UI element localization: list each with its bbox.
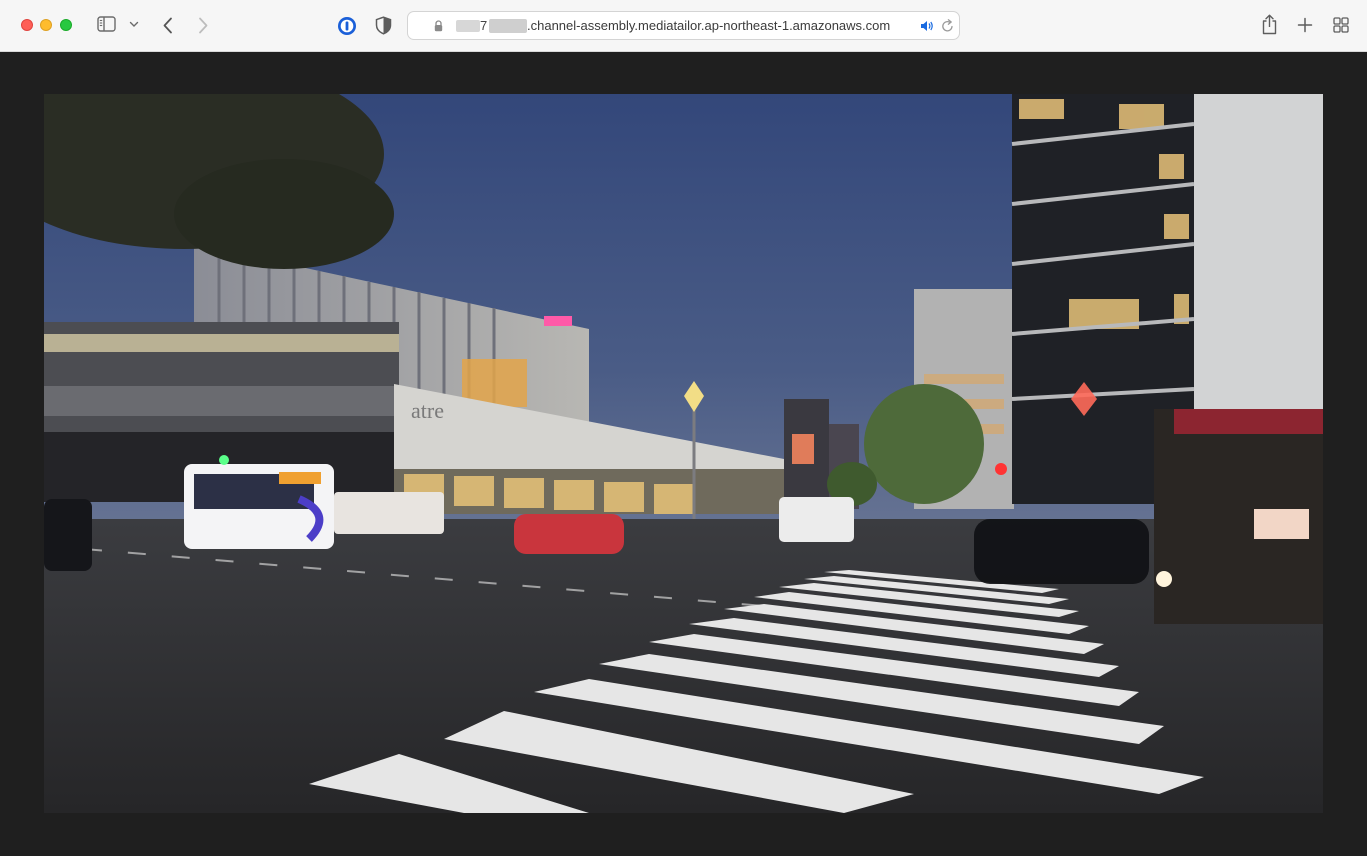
url-prefix: 7: [480, 18, 488, 33]
chevron-down-icon[interactable]: [129, 21, 139, 28]
browser-toolbar: 7 .channel-assembly.mediatailor.ap-north…: [0, 0, 1367, 52]
page-content: atre: [0, 52, 1367, 856]
video-player[interactable]: atre: [44, 94, 1323, 813]
sidebar-icon[interactable]: [97, 16, 116, 32]
tab-overview-icon[interactable]: [1333, 17, 1349, 33]
window-minimize-button[interactable]: [40, 19, 52, 31]
url-redacted-segment: [456, 20, 480, 32]
lock-icon: [434, 20, 443, 35]
video-frame-image: atre: [44, 94, 1323, 813]
share-icon[interactable]: [1261, 14, 1278, 35]
window-zoom-button[interactable]: [60, 19, 72, 31]
shield-icon[interactable]: [375, 16, 392, 35]
new-tab-icon[interactable]: [1297, 17, 1313, 33]
url-redacted-segment: [489, 19, 527, 33]
url-domain: .channel-assembly.mediatailor.ap-northea…: [527, 18, 891, 33]
address-bar[interactable]: 7 .channel-assembly.mediatailor.ap-north…: [407, 11, 960, 40]
window-close-button[interactable]: [21, 19, 33, 31]
speaker-icon[interactable]: [920, 20, 934, 35]
atre-sign: atre: [411, 398, 444, 423]
reload-icon[interactable]: [941, 19, 954, 36]
password-manager-icon[interactable]: [337, 16, 357, 36]
back-arrow-icon[interactable]: [162, 17, 174, 34]
forward-arrow-icon[interactable]: [197, 17, 209, 34]
